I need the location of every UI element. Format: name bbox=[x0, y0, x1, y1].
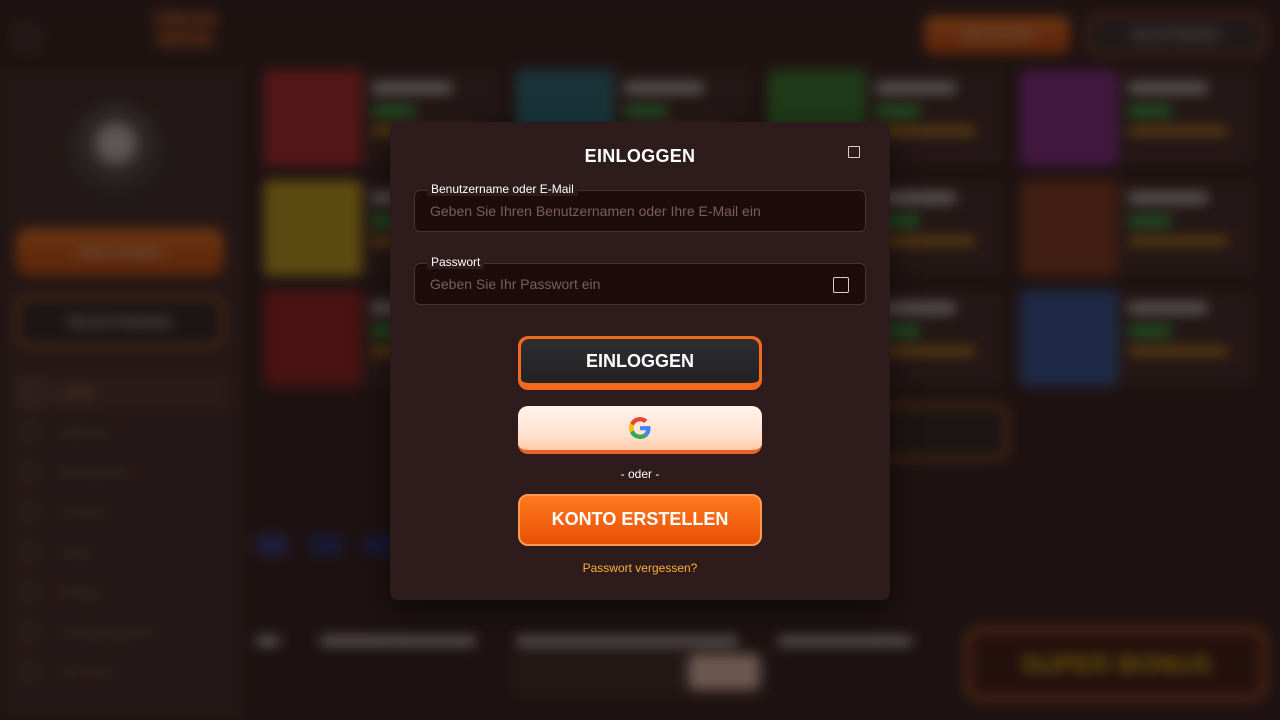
password-input[interactable] bbox=[415, 264, 865, 304]
username-field: Benutzername oder E-Mail bbox=[414, 182, 866, 232]
username-input[interactable] bbox=[415, 191, 865, 231]
modal-title: EINLOGGEN bbox=[584, 146, 696, 166]
separator-text: - oder - bbox=[620, 467, 660, 481]
show-password-icon[interactable] bbox=[833, 277, 849, 293]
create-account-button[interactable]: KONTO ERSTELLEN bbox=[518, 494, 762, 546]
password-field: Passwort bbox=[414, 255, 866, 305]
google-icon bbox=[629, 417, 651, 439]
login-modal: EINLOGGEN Benutzername oder E-Mail Passw… bbox=[390, 122, 890, 600]
close-icon[interactable] bbox=[848, 146, 860, 158]
login-button-label: EINLOGGEN bbox=[521, 339, 759, 387]
google-login-button[interactable] bbox=[518, 406, 762, 454]
login-button[interactable]: EINLOGGEN bbox=[518, 336, 762, 390]
forgot-password-link[interactable]: Passwort vergessen? bbox=[390, 561, 890, 575]
